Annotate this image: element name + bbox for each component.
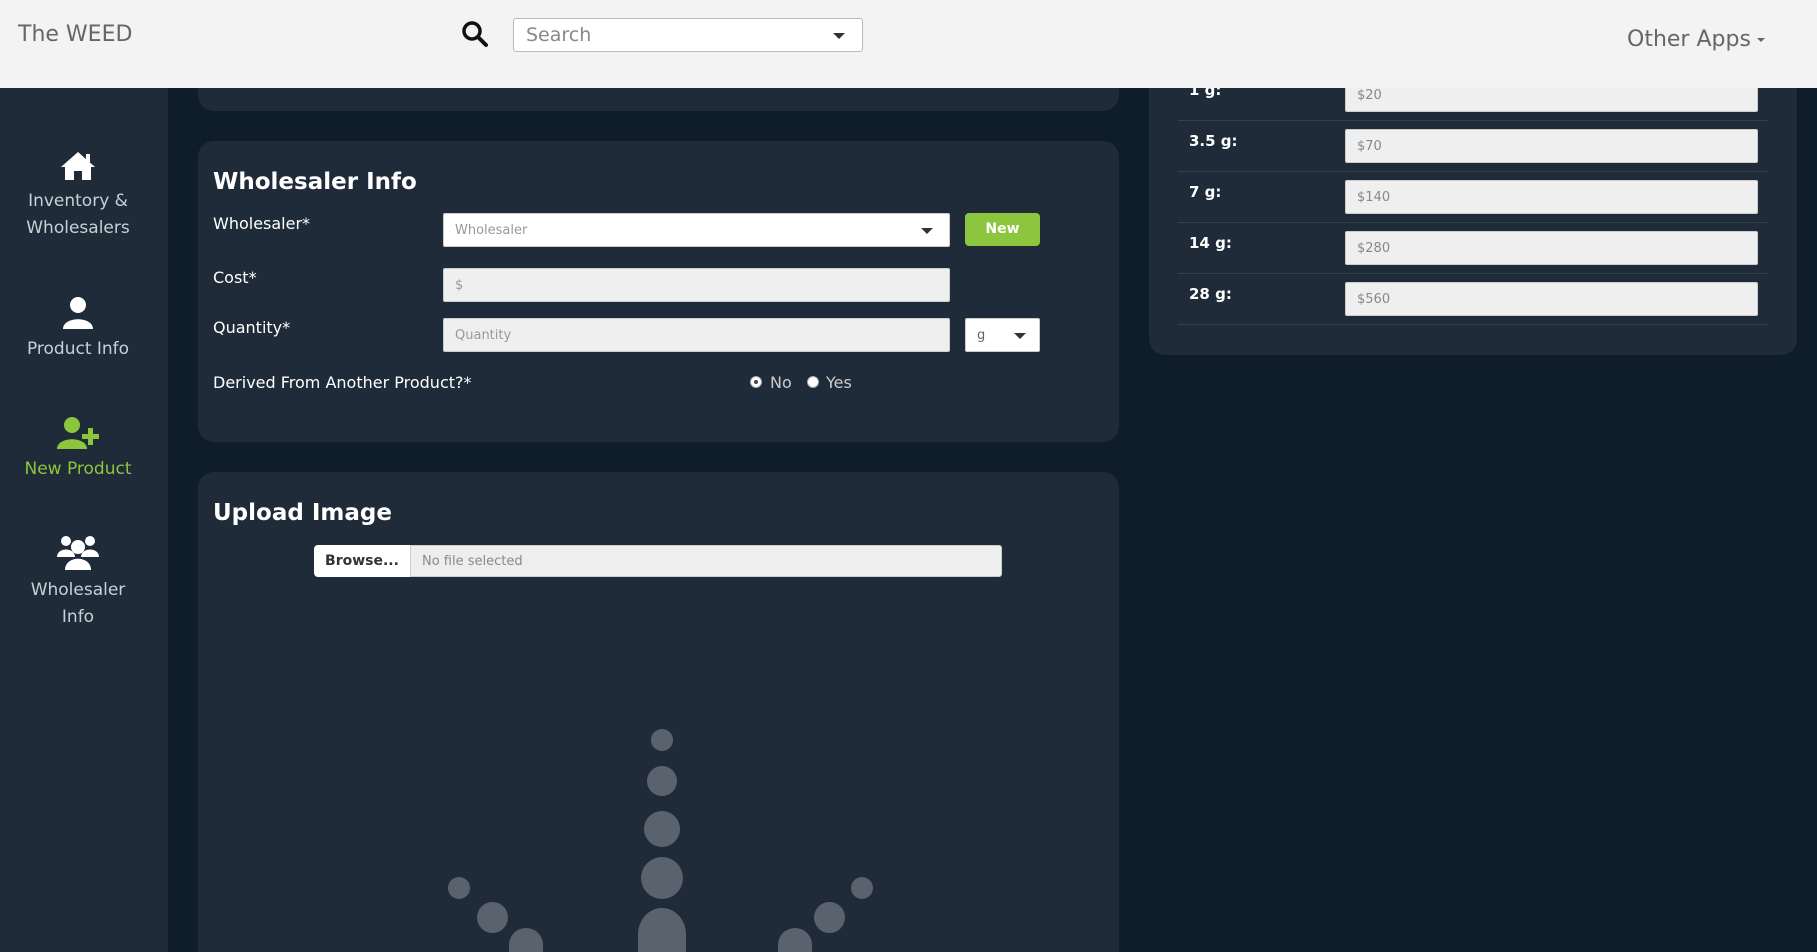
- price-placeholder: $280: [1357, 241, 1391, 256]
- upload-image-title: Upload Image: [213, 500, 392, 526]
- chevron-down-icon: [921, 228, 933, 234]
- derived-no-label: No: [770, 373, 792, 392]
- sidebar-item-label: Product Info: [26, 339, 130, 359]
- quantity-label: Quantity*: [213, 318, 291, 337]
- brand-logo[interactable]: The WEED: [18, 22, 132, 47]
- derived-yes-label: Yes: [826, 373, 852, 392]
- price-field-7g[interactable]: $140: [1345, 180, 1758, 214]
- price-label-3-5g: 3.5 g:: [1189, 132, 1238, 150]
- divider: [1178, 171, 1768, 172]
- wholesaler-info-title: Wholesaler Info: [213, 169, 417, 195]
- home-icon: [61, 152, 95, 180]
- price-field-3-5g[interactable]: $70: [1345, 129, 1758, 163]
- divider: [1178, 120, 1768, 121]
- search-select[interactable]: Search: [513, 18, 863, 52]
- new-wholesaler-button[interactable]: New: [965, 213, 1040, 246]
- other-apps-dropdown[interactable]: Other Apps: [1627, 27, 1765, 52]
- unit-value: g: [977, 328, 986, 343]
- file-name-field: No file selected: [410, 545, 1002, 577]
- cost-field[interactable]: $: [443, 268, 950, 302]
- sidebar-item-label: New Product: [24, 459, 132, 479]
- cost-label: Cost*: [213, 268, 257, 287]
- cost-placeholder: $: [455, 278, 464, 293]
- derived-label: Derived From Another Product?*: [213, 373, 472, 392]
- file-placeholder: No file selected: [422, 554, 523, 569]
- price-placeholder: $20: [1357, 88, 1382, 103]
- price-placeholder: $560: [1357, 292, 1391, 307]
- other-apps-label: Other Apps: [1627, 27, 1751, 52]
- unit-select[interactable]: g: [965, 318, 1040, 352]
- price-label-28g: 28 g:: [1189, 285, 1232, 303]
- quantity-field[interactable]: Quantity: [443, 318, 950, 352]
- caret-down-icon: [1756, 38, 1765, 42]
- wholesaler-select[interactable]: Wholesaler: [443, 213, 950, 247]
- price-label-7g: 7 g:: [1189, 183, 1222, 201]
- search-icon[interactable]: [461, 20, 489, 48]
- price-field-28g[interactable]: $560: [1345, 282, 1758, 316]
- derived-yes-radio[interactable]: [807, 376, 819, 388]
- wholesaler-placeholder: Wholesaler: [455, 223, 528, 238]
- user-icon: [63, 297, 93, 329]
- price-field-14g[interactable]: $280: [1345, 231, 1758, 265]
- browse-button[interactable]: Browse...: [314, 545, 410, 577]
- sidebar-item-inventory[interactable]: Inventory & Wholesalers: [0, 150, 156, 242]
- price-label-14g: 14 g:: [1189, 234, 1232, 252]
- divider: [1178, 273, 1768, 274]
- sidebar-item-product-info[interactable]: Product Info: [0, 296, 156, 363]
- search-placeholder: Search: [526, 24, 592, 46]
- sidebar-item-new-product[interactable]: New Product: [0, 416, 156, 483]
- sidebar-item-wholesaler-info[interactable]: Wholesaler Info: [0, 533, 156, 631]
- price-placeholder: $70: [1357, 139, 1382, 154]
- chevron-down-icon: [1014, 333, 1026, 339]
- chevron-down-icon: [833, 33, 845, 39]
- price-placeholder: $140: [1357, 190, 1391, 205]
- top-navbar: The WEED Search Other Apps: [0, 0, 1817, 88]
- divider: [1178, 324, 1768, 325]
- user-plus-icon: [57, 417, 99, 449]
- sidebar-item-label: Wholesaler Info: [30, 580, 126, 627]
- quantity-placeholder: Quantity: [455, 328, 512, 343]
- sidebar: Inventory & Wholesalers Product Info New…: [0, 88, 168, 952]
- users-icon: [57, 536, 99, 570]
- derived-no-radio[interactable]: [750, 376, 762, 388]
- sidebar-item-label: Inventory & Wholesalers: [26, 191, 130, 238]
- divider: [1178, 222, 1768, 223]
- wholesaler-label: Wholesaler*: [213, 214, 311, 233]
